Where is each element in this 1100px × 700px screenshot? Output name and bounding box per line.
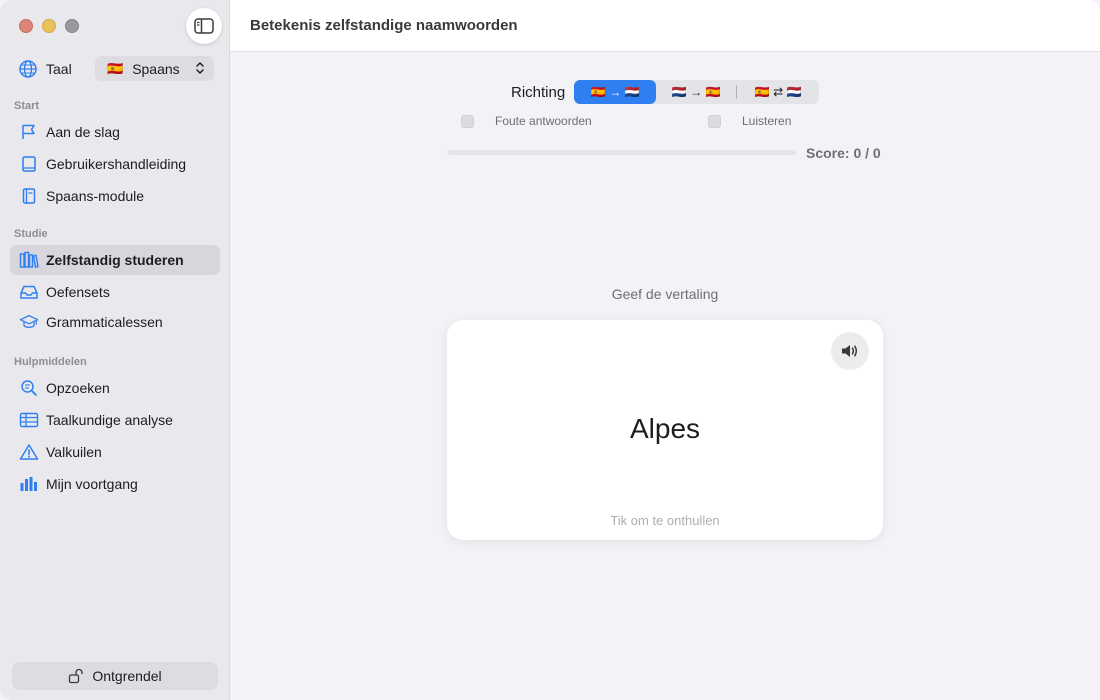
sidebar-item-oefensets[interactable]: Oefensets (10, 277, 220, 307)
progress-bar (447, 150, 796, 155)
speaker-button[interactable] (831, 332, 869, 370)
wrong-answers-checkbox[interactable] (461, 114, 474, 128)
sidebar-item-label: Spaans-module (46, 188, 145, 204)
language-row: Taal 🇪🇸 Spaans (18, 56, 214, 82)
zoom-window-button[interactable] (65, 19, 79, 33)
bar-chart-icon (19, 474, 39, 494)
chevron-up-down-icon (196, 62, 204, 74)
close-window-button[interactable] (19, 19, 33, 33)
unlock-icon (68, 668, 84, 684)
sidebar-item-taalkundige-analyse[interactable]: Taalkundige analyse (10, 405, 220, 435)
sidebar-item-label: Opzoeken (46, 380, 110, 396)
graduation-cap-icon (19, 312, 39, 332)
sidebar-item-spaans-module[interactable]: Spaans-module (10, 181, 220, 211)
notebook-icon (19, 186, 39, 206)
sidebar-item-label: Gebruikershandleiding (46, 156, 187, 172)
sidebar-item-zelfstandig-studeren[interactable]: Zelfstandig studeren (10, 245, 220, 275)
book-icon (19, 154, 39, 174)
spain-flag-icon: 🇪🇸 (107, 60, 124, 76)
language-label: Taal (46, 61, 72, 77)
speaker-icon (842, 345, 858, 357)
sidebar-item-label: Aan de slag (46, 124, 120, 140)
wrong-answers-label: Foute antwoorden (495, 114, 592, 128)
books-icon (19, 250, 39, 270)
direction-segmented-control: 🇪🇸 → 🇳🇱 🇳🇱 → 🇪🇸 🇪🇸 ⇄ 🇳🇱 (574, 80, 820, 104)
listen-checkbox[interactable] (708, 114, 721, 128)
sidebar-item-grammaticalessen[interactable]: Grammaticalessen (10, 307, 220, 337)
direction-label: Richting (511, 83, 566, 101)
direction-both-button[interactable]: 🇪🇸 ⇄ 🇳🇱 (737, 80, 819, 104)
language-select-value: Spaans (132, 60, 180, 77)
prompt-text: Geef de vertaling (611, 286, 719, 302)
sidebar-item-label: Valkuilen (46, 444, 102, 460)
direction-es-to-nl-button[interactable]: 🇪🇸 → 🇳🇱 (574, 80, 657, 104)
language-select[interactable]: 🇪🇸 Spaans (95, 56, 214, 81)
sidebar-item-opzoeken[interactable]: Opzoeken (10, 373, 220, 403)
direction-nl-to-es-button[interactable]: 🇳🇱 → 🇪🇸 (656, 80, 736, 104)
section-title-start: Start (14, 100, 40, 112)
tray-icon (19, 282, 39, 302)
section-title-studie: Studie (14, 228, 48, 240)
sidebar-item-label: Oefensets (46, 284, 110, 300)
reveal-hint: Tik om te onthullen (610, 513, 720, 528)
direction-row: Richting 🇪🇸 → 🇳🇱 🇳🇱 → 🇪🇸 🇪🇸 ⇄ 🇳🇱 (511, 80, 820, 104)
unlock-label: Ontgrendel (92, 668, 162, 684)
score-label: Score: 0 / 0 (806, 145, 881, 161)
sidebar-item-label: Taalkundige analyse (46, 412, 173, 428)
table-icon (19, 410, 39, 430)
listen-label: Luisteren (742, 114, 792, 128)
globe-icon (19, 60, 37, 78)
main-header: Betekenis zelfstandige naamwoorden (230, 0, 1100, 52)
page-title: Betekenis zelfstandige naamwoorden (250, 17, 518, 34)
sidebar-item-aan-de-slag[interactable]: Aan de slag (10, 117, 220, 147)
flag-icon (19, 122, 39, 142)
warning-icon (19, 442, 39, 462)
app-window: Taal 🇪🇸 Spaans Start Aan de slag Gebruik… (0, 0, 1100, 700)
sidebar-toggle-icon (194, 18, 214, 34)
sidebar-item-gebruikershandleiding[interactable]: Gebruikershandleiding (10, 149, 220, 179)
sidebar-item-mijn-voortgang[interactable]: Mijn voortgang (10, 469, 220, 499)
flashcard[interactable]: Alpes Tik om te onthullen (447, 320, 883, 540)
magnifier-icon (19, 378, 39, 398)
flashcard-word: Alpes (629, 413, 701, 444)
wrong-answers-option[interactable]: Foute antwoorden (461, 113, 592, 129)
sidebar-item-valkuilen[interactable]: Valkuilen (10, 437, 220, 467)
sidebar-item-label: Zelfstandig studeren (46, 252, 184, 268)
sidebar: Taal 🇪🇸 Spaans Start Aan de slag Gebruik… (0, 0, 230, 700)
unlock-button[interactable]: Ontgrendel (12, 662, 218, 690)
sidebar-toggle-button[interactable] (186, 8, 222, 44)
section-title-hulpmiddelen: Hulpmiddelen (14, 356, 87, 368)
listen-option[interactable]: Luisteren (708, 113, 791, 129)
minimize-window-button[interactable] (42, 19, 56, 33)
sidebar-item-label: Mijn voortgang (46, 476, 138, 492)
sidebar-item-label: Grammaticalessen (46, 314, 163, 330)
